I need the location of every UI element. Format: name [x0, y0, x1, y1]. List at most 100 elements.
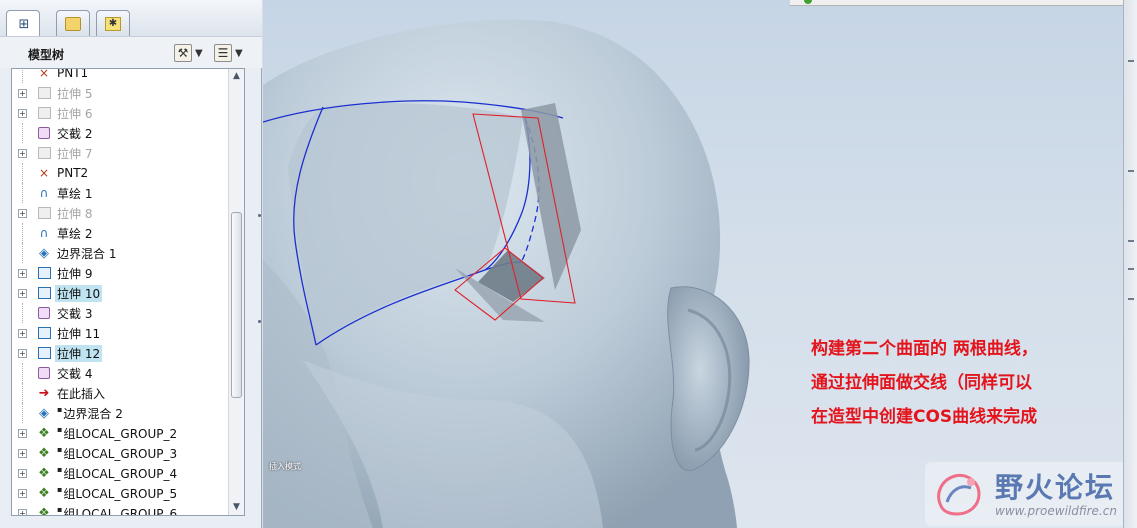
tree-item-text: 边界混合 1	[57, 246, 117, 261]
tree-item-text: 在此插入	[57, 386, 106, 401]
tree-item-text: 组LOCAL_GROUP_2	[63, 426, 178, 441]
tree-item[interactable]: + 拉伸 5	[12, 83, 230, 103]
expand-icon[interactable]: +	[18, 208, 27, 218]
tree-item[interactable]: ➜ 在此插入	[12, 383, 230, 403]
expand-icon[interactable]: +	[18, 428, 27, 438]
tree-item-marker: ▪	[57, 404, 63, 414]
tree-item[interactable]: + 拉伸 6	[12, 103, 230, 123]
group-icon: ❖	[38, 465, 50, 481]
tree-item-marker: ▪	[57, 424, 63, 434]
favorites-icon: ✱	[105, 16, 121, 31]
tree-item-text: 拉伸 8	[57, 206, 93, 221]
tab-model-tree[interactable]: ⊞	[6, 10, 40, 37]
toolbar-handle-icon	[1128, 298, 1134, 300]
show-icon: ☰	[214, 44, 232, 62]
tree-connector	[22, 123, 23, 143]
tree-settings-button[interactable]: ⚒ ▼	[174, 43, 203, 63]
tree-item-text: 草绘 1	[57, 186, 93, 201]
toolbar-handle-icon	[1128, 240, 1134, 242]
tree-item-text: 拉伸 6	[57, 106, 93, 121]
tree-scrollbar[interactable]: ▲ ▼	[228, 69, 244, 515]
expand-icon[interactable]: +	[18, 148, 27, 158]
tab-layers[interactable]	[56, 10, 90, 36]
tree-item[interactable]: × PNT1	[12, 69, 230, 83]
expand-icon[interactable]: +	[18, 268, 27, 278]
tree-connector	[22, 243, 23, 263]
extrude-icon	[36, 345, 52, 361]
tree-item[interactable]: ∩ 草绘 2	[12, 223, 230, 243]
tree-item[interactable]: × PNT2	[12, 163, 230, 183]
tree-item-text: 拉伸 7	[57, 146, 93, 161]
tree-item-marker: ▪	[57, 484, 63, 494]
tree-item[interactable]: + ❖ ▪组LOCAL_GROUP_6	[12, 503, 230, 516]
expand-icon[interactable]: +	[18, 348, 27, 358]
panel-splitter[interactable]	[254, 170, 262, 370]
expand-icon[interactable]: +	[18, 328, 27, 338]
tree-item-label: 交截 2	[55, 125, 94, 142]
expand-icon[interactable]: +	[18, 488, 27, 498]
expand-icon[interactable]: +	[18, 468, 27, 478]
scrollbar-thumb[interactable]	[231, 212, 242, 398]
model-tree-list: × PNT1 + 拉伸 5 + 拉伸 6 交截 2 + 拉伸 7 × PNT2 ∩ 草绘 1 + 拉伸 8 ∩…	[12, 69, 230, 516]
tree-item[interactable]: ◈ ▪边界混合 2	[12, 403, 230, 423]
annotation-text: 构建第二个曲面的 两根曲线， 通过拉伸面做交线（同样可以 在造型中创建COS曲线…	[811, 332, 1038, 434]
tree-item-marker: ▪	[57, 504, 63, 514]
expand-icon[interactable]: +	[18, 508, 27, 515]
tree-connector	[22, 223, 23, 243]
splitter-grip	[258, 214, 261, 217]
tree-item-text: PNT2	[57, 166, 89, 180]
expand-icon[interactable]: +	[18, 448, 27, 458]
model-view	[263, 19, 750, 528]
tree-item-label: ▪组LOCAL_GROUP_4	[55, 465, 179, 482]
boundary-blend-icon: ◈	[39, 405, 49, 421]
tree-item[interactable]: 交截 3	[12, 303, 230, 323]
tree-item-label: 边界混合 1	[55, 245, 118, 262]
tree-item[interactable]: + ❖ ▪组LOCAL_GROUP_5	[12, 483, 230, 503]
intersect-icon	[36, 365, 52, 381]
extrude-icon	[36, 145, 52, 161]
intersect-icon	[36, 125, 52, 141]
tab-favorites[interactable]: ✱	[96, 10, 130, 36]
tree-item[interactable]: + ❖ ▪组LOCAL_GROUP_4	[12, 463, 230, 483]
tree-item-label: 在此插入	[55, 385, 107, 402]
tree-item[interactable]: + 拉伸 8	[12, 203, 230, 223]
scroll-down-arrow-icon[interactable]: ▼	[229, 500, 244, 515]
scroll-up-arrow-icon[interactable]: ▲	[229, 69, 244, 84]
tree-item[interactable]: 交截 2	[12, 123, 230, 143]
forum-logo-icon	[937, 473, 981, 516]
tree-item-label: 草绘 2	[55, 225, 94, 242]
tree-item-text: 组LOCAL_GROUP_4	[63, 466, 178, 481]
tree-item-label: 拉伸 10	[55, 284, 103, 302]
tree-show-button[interactable]: ☰ ▼	[214, 43, 243, 63]
tree-item-text: 交截 2	[57, 126, 93, 141]
model-tree: × PNT1 + 拉伸 5 + 拉伸 6 交截 2 + 拉伸 7 × PNT2 ∩ 草绘 1 + 拉伸 8 ∩…	[11, 68, 245, 516]
tree-item[interactable]: + 拉伸 9	[12, 263, 230, 283]
group-icon: ❖	[38, 505, 50, 516]
tree-item-label: PNT1	[55, 69, 90, 80]
extrude-icon	[36, 85, 52, 101]
settings-icon: ⚒	[174, 44, 192, 62]
tree-item[interactable]: + 拉伸 10	[12, 283, 230, 303]
tree-item[interactable]: + 拉伸 11	[12, 323, 230, 343]
splitter-grip	[258, 320, 261, 323]
tree-item[interactable]: ∩ 草绘 1	[12, 183, 230, 203]
extrude-icon	[36, 285, 52, 301]
tree-item[interactable]: 交截 4	[12, 363, 230, 383]
tree-item-label: 拉伸 8	[55, 205, 94, 222]
insert-mode-label: 插入模式	[269, 462, 301, 471]
annotation-line-3: 在造型中创建COS曲线来完成	[811, 407, 1038, 427]
expand-icon[interactable]: +	[18, 288, 27, 298]
tree-item[interactable]: + 拉伸 7	[12, 143, 230, 163]
expand-icon[interactable]: +	[18, 108, 27, 118]
forum-name: 野火论坛	[995, 471, 1116, 504]
tree-item-label: 拉伸 12	[55, 344, 103, 362]
tree-item-label: ▪组LOCAL_GROUP_2	[55, 425, 179, 442]
model-tree-header: 模型树 ⚒ ▼ ☰ ▼	[0, 36, 262, 68]
tree-item[interactable]: + 拉伸 12	[12, 343, 230, 363]
tree-item[interactable]: ◈ 边界混合 1	[12, 243, 230, 263]
model-tree-icon: ⊞	[18, 16, 30, 32]
expand-icon[interactable]: +	[18, 88, 27, 98]
tree-item[interactable]: + ❖ ▪组LOCAL_GROUP_2	[12, 423, 230, 443]
graphics-window[interactable]: 构建第二个曲面的 两根曲线， 通过拉伸面做交线（同样可以 在造型中创建COS曲线…	[263, 0, 1137, 528]
tree-item[interactable]: + ❖ ▪组LOCAL_GROUP_3	[12, 443, 230, 463]
